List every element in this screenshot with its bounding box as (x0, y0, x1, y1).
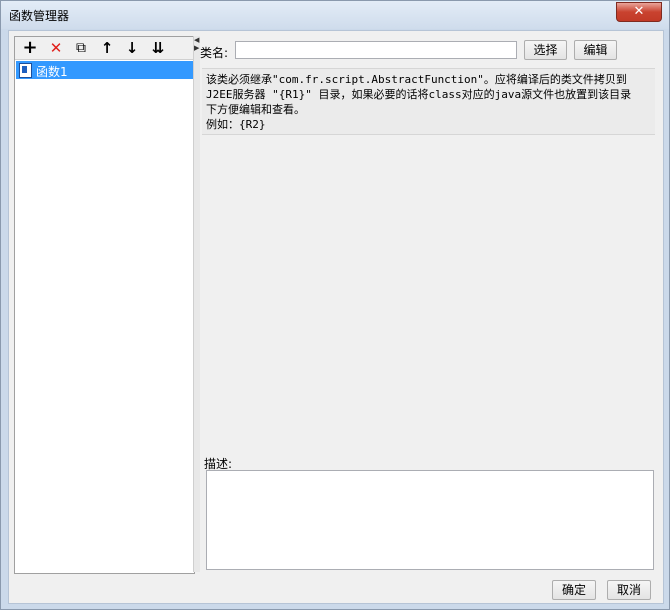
list-toolbar: + ✕ ⧉ ↑ ↓ ⇊ (15, 37, 194, 60)
help-line: J2EE服务器 "{R1}" 目录，如果必要的话将class对应的java源文件… (206, 88, 632, 101)
copy-icon[interactable]: ⧉ (71, 38, 91, 58)
move-down-icon[interactable]: ↓ (122, 38, 142, 58)
function-manager-dialog: 函数管理器 ✕ + ✕ ⧉ ↑ ↓ ⇊ 函数1 ◀ ▶ 类名: 选择 编辑 该类… (0, 0, 670, 610)
function-list-pane: + ✕ ⧉ ↑ ↓ ⇊ 函数1 (14, 36, 195, 574)
function-editor-pane: 类名: 选择 编辑 该类必须继承"com.fr.script.AbstractF… (200, 36, 657, 572)
function-file-icon (19, 63, 32, 78)
delete-icon[interactable]: ✕ (46, 38, 66, 58)
ok-button[interactable]: 确定 (552, 580, 596, 600)
list-item[interactable]: 函数1 (16, 61, 193, 79)
edit-button[interactable]: 编辑 (574, 40, 617, 60)
title-bar[interactable]: 函数管理器 ✕ (1, 1, 669, 29)
select-button[interactable]: 选择 (524, 40, 567, 60)
window-title: 函数管理器 (9, 9, 70, 23)
list-item-label: 函数1 (36, 65, 68, 79)
add-icon[interactable]: + (20, 38, 40, 58)
sort-icon[interactable]: ⇊ (148, 38, 168, 58)
collapse-arrow-icon[interactable]: ◀ ▶ (194, 36, 199, 52)
close-button[interactable]: ✕ (616, 2, 662, 22)
help-line: 下方便编辑和查看。 (206, 103, 305, 116)
cancel-button[interactable]: 取消 (607, 580, 651, 600)
dialog-body: + ✕ ⧉ ↑ ↓ ⇊ 函数1 ◀ ▶ 类名: 选择 编辑 该类必须继承"com.… (8, 30, 664, 604)
class-name-label: 类名: (200, 46, 229, 60)
move-up-icon[interactable]: ↑ (97, 38, 117, 58)
help-line: 该类必须继承"com.fr.script.AbstractFunction"。应… (206, 73, 627, 86)
class-help-text: 该类必须继承"com.fr.script.AbstractFunction"。应… (202, 68, 655, 135)
class-name-input[interactable] (235, 41, 517, 59)
help-line: 例如：{R2} (206, 118, 266, 131)
description-textarea[interactable] (206, 470, 654, 570)
